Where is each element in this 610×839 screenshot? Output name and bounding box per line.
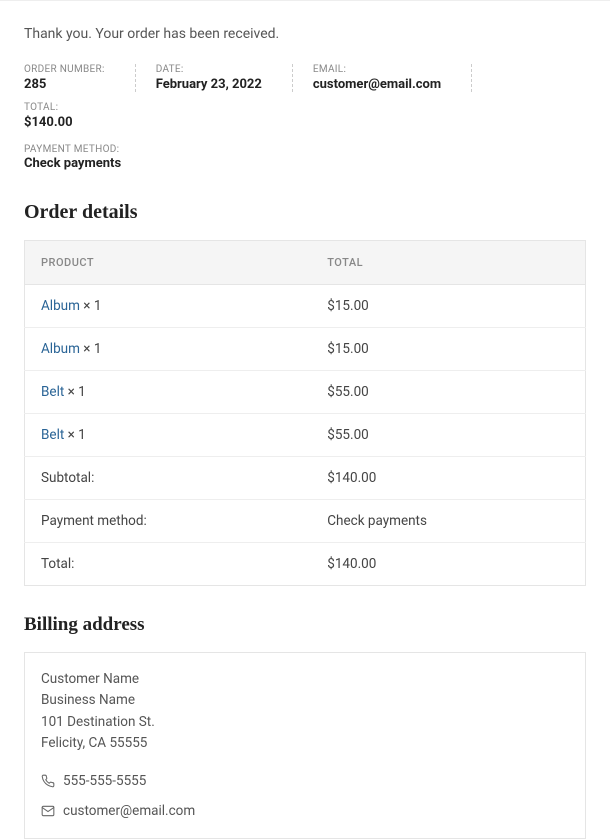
billing-phone-line: 555-555-5555 <box>41 771 569 791</box>
billing-company: Business Name <box>41 690 569 710</box>
email-label: EMAIL: <box>313 64 441 75</box>
total-label: TOTAL: <box>24 102 73 113</box>
payment-method-row: Payment method: Check payments <box>25 500 586 543</box>
meta-total: TOTAL: $140.00 <box>24 102 103 130</box>
product-qty: × 1 <box>80 298 102 314</box>
line-total: $15.00 <box>311 328 585 371</box>
total-value: $140.00 <box>24 115 73 130</box>
date-value: February 23, 2022 <box>156 77 262 92</box>
billing-name: Customer Name <box>41 669 569 689</box>
payment-method-row-label: Payment method: <box>25 500 312 543</box>
col-header-product: PRODUCT <box>25 241 312 285</box>
billing-email: customer@email.com <box>63 801 195 821</box>
total-row-value: $140.00 <box>311 543 585 586</box>
billing-phone: 555-555-5555 <box>63 771 146 791</box>
product-qty: × 1 <box>64 384 86 400</box>
product-link[interactable]: Belt <box>41 384 64 400</box>
billing-address-box: Customer Name Business Name 101 Destinat… <box>24 652 586 839</box>
order-details-table: PRODUCT TOTAL Album × 1 $15.00 Album × 1… <box>24 240 586 586</box>
envelope-icon <box>41 804 55 818</box>
product-qty: × 1 <box>80 341 102 357</box>
meta-email: EMAIL: customer@email.com <box>313 64 472 92</box>
product-link[interactable]: Belt <box>41 427 64 443</box>
meta-order-number: ORDER NUMBER: 285 <box>24 64 136 92</box>
order-number-value: 285 <box>24 77 105 92</box>
date-label: DATE: <box>156 64 262 75</box>
subtotal-label: Subtotal: <box>25 457 312 500</box>
product-link[interactable]: Album <box>41 298 80 314</box>
payment-method-value: Check payments <box>24 156 586 171</box>
order-meta: ORDER NUMBER: 285 DATE: February 23, 202… <box>24 64 586 140</box>
table-row: Belt × 1 $55.00 <box>25 371 586 414</box>
table-row: Album × 1 $15.00 <box>25 328 586 371</box>
payment-method-label: PAYMENT METHOD: <box>24 144 586 155</box>
line-total: $15.00 <box>311 285 585 328</box>
product-link[interactable]: Album <box>41 341 80 357</box>
total-row: Total: $140.00 <box>25 543 586 586</box>
col-header-total: TOTAL <box>311 241 585 285</box>
subtotal-value: $140.00 <box>311 457 585 500</box>
subtotal-row: Subtotal: $140.00 <box>25 457 586 500</box>
table-row: Belt × 1 $55.00 <box>25 414 586 457</box>
phone-icon <box>41 774 55 788</box>
meta-date: DATE: February 23, 2022 <box>156 64 293 92</box>
thank-you-message: Thank you. Your order has been received. <box>24 26 586 42</box>
total-row-label: Total: <box>25 543 312 586</box>
table-row: Album × 1 $15.00 <box>25 285 586 328</box>
line-total: $55.00 <box>311 414 585 457</box>
line-total: $55.00 <box>311 371 585 414</box>
billing-city-state-zip: Felicity, CA 55555 <box>41 733 569 753</box>
order-number-label: ORDER NUMBER: <box>24 64 105 75</box>
product-qty: × 1 <box>64 427 86 443</box>
billing-email-line: customer@email.com <box>41 801 569 821</box>
order-details-heading: Order details <box>24 201 586 224</box>
email-value: customer@email.com <box>313 77 441 92</box>
meta-payment-method: PAYMENT METHOD: Check payments <box>24 144 586 171</box>
payment-method-row-value: Check payments <box>311 500 585 543</box>
billing-address-heading: Billing address <box>24 614 586 636</box>
